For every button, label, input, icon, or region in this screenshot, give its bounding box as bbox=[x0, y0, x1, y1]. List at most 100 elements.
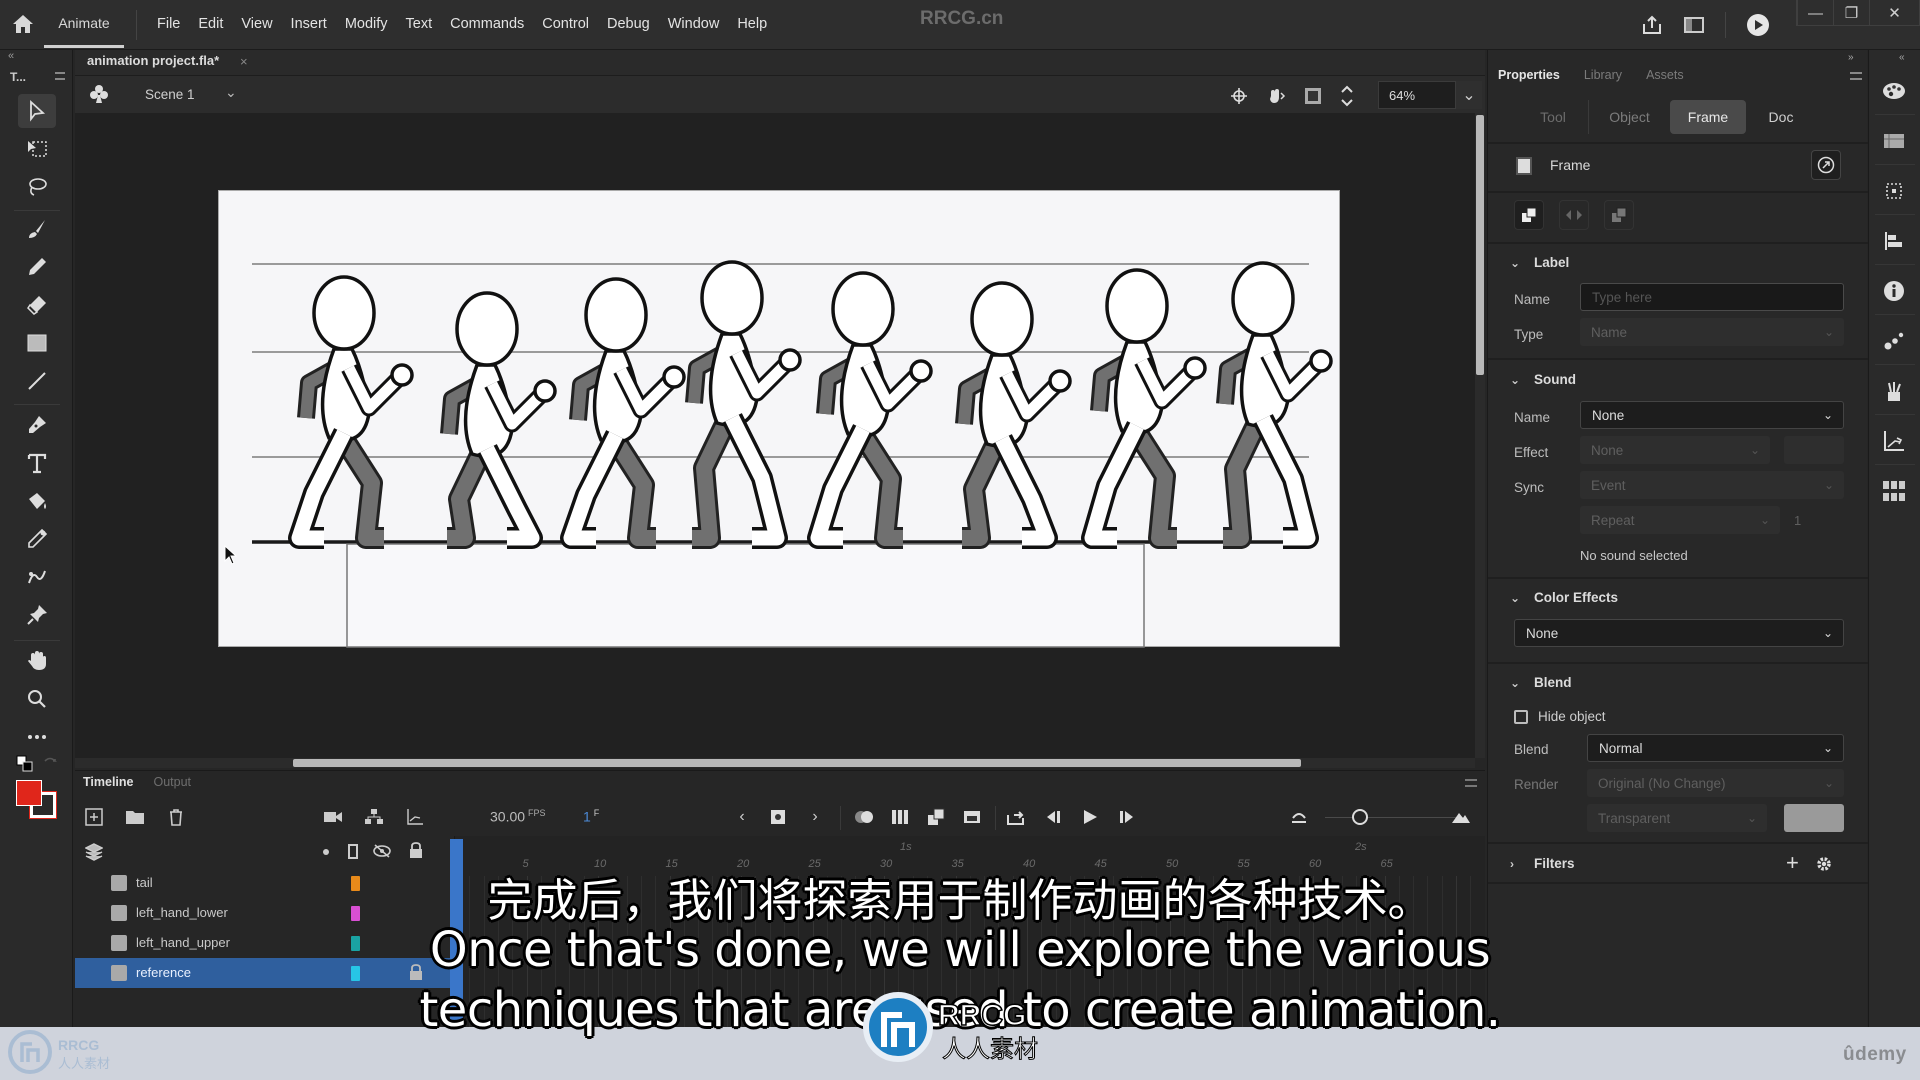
collapse-toolbar-button[interactable]: « bbox=[0, 50, 73, 68]
pen-tool[interactable] bbox=[18, 408, 56, 442]
create-tween-icon[interactable] bbox=[925, 806, 947, 828]
restore-button[interactable]: ❐ bbox=[1833, 0, 1869, 26]
home-icon[interactable] bbox=[12, 14, 34, 34]
eraser-tool[interactable] bbox=[18, 288, 56, 322]
segment-frame[interactable]: Frame bbox=[1670, 100, 1746, 134]
color-effect-select[interactable]: None ⌄ bbox=[1514, 619, 1844, 647]
segment-object[interactable]: Object bbox=[1588, 100, 1670, 134]
rotate-stage-icon[interactable] bbox=[1266, 86, 1286, 106]
outline-toggle-icon[interactable] bbox=[348, 844, 358, 859]
app-tab-animate[interactable]: Animate bbox=[44, 0, 124, 48]
swatches-panel-icon[interactable] bbox=[1879, 126, 1909, 156]
insert-keyframe-icon[interactable] bbox=[767, 806, 789, 828]
tab-library[interactable]: Library bbox=[1584, 68, 1622, 82]
zoom-dropdown-chevron-icon[interactable]: ⌄ bbox=[1456, 81, 1482, 109]
color-panel-palette-icon[interactable] bbox=[1879, 76, 1909, 106]
current-frame-value[interactable]: 1 bbox=[583, 809, 591, 825]
delete-layer-icon[interactable] bbox=[165, 806, 187, 828]
sound-effect-select[interactable]: None ⌄ bbox=[1580, 436, 1770, 464]
panel-menu-icon[interactable] bbox=[1850, 72, 1862, 80]
menu-file[interactable]: File bbox=[148, 16, 189, 32]
edit-multiple-frames-icon[interactable] bbox=[889, 806, 911, 828]
motion-editor-icon[interactable] bbox=[1879, 426, 1909, 456]
stage-area[interactable] bbox=[75, 113, 1475, 758]
minimize-button[interactable]: — bbox=[1797, 0, 1833, 26]
segment-doc[interactable]: Doc bbox=[1746, 100, 1816, 134]
expand-panels-icon[interactable]: « bbox=[1899, 52, 1905, 63]
zoom-tool[interactable] bbox=[18, 682, 56, 716]
tab-properties[interactable]: Properties bbox=[1498, 68, 1560, 82]
panel-menu-icon[interactable] bbox=[55, 72, 65, 80]
line-tool[interactable] bbox=[18, 364, 56, 398]
asset-warp-tool[interactable] bbox=[18, 598, 56, 632]
menu-view[interactable]: View bbox=[232, 16, 281, 32]
onion-skin-icon[interactable] bbox=[853, 806, 875, 828]
keyframe-mode-button[interactable] bbox=[1604, 200, 1634, 230]
sound-effect-edit-button[interactable] bbox=[1784, 436, 1844, 464]
sound-sync-select[interactable]: Event ⌄ bbox=[1580, 471, 1844, 499]
sound-section-header[interactable]: ⌄ Sound bbox=[1510, 372, 1576, 387]
camera-icon[interactable] bbox=[322, 806, 344, 828]
collapse-panel-icon[interactable]: » bbox=[1848, 52, 1854, 63]
frame-options-button[interactable] bbox=[1811, 150, 1841, 180]
center-frame-icon[interactable] bbox=[1288, 806, 1310, 828]
menu-insert[interactable]: Insert bbox=[282, 16, 336, 32]
share-icon[interactable] bbox=[1641, 14, 1663, 36]
render-background-color-swatch[interactable] bbox=[1784, 804, 1844, 832]
current-frame[interactable]: 1F bbox=[583, 808, 599, 825]
label-type-select[interactable]: Name ⌄ bbox=[1580, 318, 1844, 346]
swap-colors-icon[interactable] bbox=[42, 755, 58, 771]
fill-color-swatch[interactable] bbox=[16, 780, 42, 806]
scene-name[interactable]: Scene 1 bbox=[145, 87, 195, 102]
repeat-count[interactable]: 1 bbox=[1794, 513, 1801, 528]
selection-tool[interactable] bbox=[18, 94, 56, 128]
lock-all-icon[interactable] bbox=[409, 842, 423, 859]
menu-text[interactable]: Text bbox=[397, 16, 442, 32]
render-background-select[interactable]: Transparent ⌄ bbox=[1587, 804, 1767, 832]
pencil-tool[interactable] bbox=[18, 250, 56, 284]
center-stage-icon[interactable] bbox=[1230, 87, 1248, 105]
bone-tool[interactable] bbox=[18, 560, 56, 594]
frame-size-slider-track[interactable] bbox=[1325, 817, 1465, 818]
tab-timeline[interactable]: Timeline bbox=[83, 775, 133, 789]
render-select[interactable]: Original (No Change) ⌄ bbox=[1587, 769, 1844, 797]
paint-brush-tool[interactable] bbox=[18, 212, 56, 246]
zoom-stepper-icon[interactable] bbox=[1340, 84, 1354, 108]
insert-blank-keyframe-icon[interactable] bbox=[961, 806, 983, 828]
more-tools-button[interactable] bbox=[18, 720, 56, 754]
previous-keyframe-icon[interactable]: ‹ bbox=[731, 806, 753, 828]
lasso-tool[interactable] bbox=[18, 170, 56, 204]
text-tool[interactable] bbox=[18, 446, 56, 480]
clip-stage-icon[interactable] bbox=[1304, 87, 1322, 105]
visibility-toggle-icon[interactable] bbox=[372, 843, 392, 859]
step-back-icon[interactable] bbox=[1042, 806, 1064, 828]
timeline-menu-icon[interactable] bbox=[1465, 779, 1477, 787]
menu-edit[interactable]: Edit bbox=[189, 16, 232, 32]
align-panel-icon[interactable] bbox=[1879, 226, 1909, 256]
rectangle-tool[interactable] bbox=[18, 326, 56, 360]
close-button[interactable]: ✕ bbox=[1869, 0, 1919, 26]
loop-playback-icon[interactable] bbox=[1005, 806, 1027, 828]
fps-value[interactable]: 30.00 bbox=[490, 809, 525, 825]
label-section-header[interactable]: ⌄ Label bbox=[1510, 255, 1569, 270]
close-document-icon[interactable]: × bbox=[240, 54, 248, 69]
color-effects-section-header[interactable]: ⌄ Color Effects bbox=[1510, 590, 1618, 605]
menu-debug[interactable]: Debug bbox=[598, 16, 659, 32]
menu-control[interactable]: Control bbox=[533, 16, 598, 32]
frame-mode-button-active[interactable] bbox=[1514, 200, 1544, 230]
mountain-zoom-icon[interactable] bbox=[1450, 806, 1472, 828]
blend-section-header[interactable]: ⌄ Blend bbox=[1510, 675, 1572, 690]
transform-panel-icon[interactable] bbox=[1879, 176, 1909, 206]
label-name-input[interactable]: Type here bbox=[1580, 283, 1844, 311]
motion-presets-icon[interactable] bbox=[1879, 326, 1909, 356]
graph-icon[interactable] bbox=[404, 806, 426, 828]
menu-modify[interactable]: Modify bbox=[336, 16, 397, 32]
frame-size-slider-handle[interactable] bbox=[1352, 809, 1368, 825]
step-forward-icon[interactable] bbox=[1116, 806, 1138, 828]
tab-output[interactable]: Output bbox=[153, 775, 191, 789]
segment-tool[interactable]: Tool bbox=[1518, 100, 1588, 134]
free-transform-tool[interactable] bbox=[18, 132, 56, 166]
sound-name-select[interactable]: None ⌄ bbox=[1580, 401, 1844, 429]
play-icon[interactable] bbox=[1079, 806, 1101, 828]
tween-mode-button[interactable] bbox=[1559, 200, 1589, 230]
